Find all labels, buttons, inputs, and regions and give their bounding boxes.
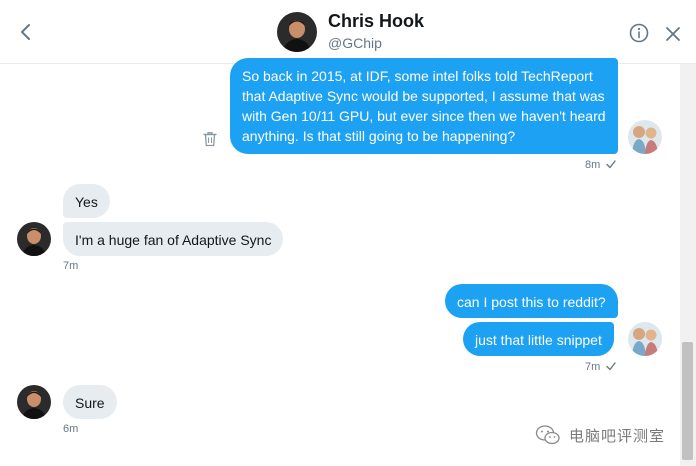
message-timestamp: 7m bbox=[585, 361, 601, 373]
outgoing-message-bubble[interactable]: just that little snippet bbox=[463, 322, 614, 356]
chevron-left-icon bbox=[21, 24, 30, 40]
close-icon bbox=[666, 27, 680, 41]
incoming-message-bubble[interactable]: Yes bbox=[63, 184, 110, 218]
my-avatar bbox=[628, 120, 662, 154]
checkmark-icon bbox=[606, 362, 616, 371]
my-avatar bbox=[628, 322, 662, 356]
wechat-logo-icon bbox=[535, 425, 560, 445]
outgoing-message-bubble[interactable]: can I post this to reddit? bbox=[445, 284, 618, 318]
contact-handle[interactable]: @GChip bbox=[328, 35, 382, 51]
message-line: that Adaptive Sync would be supported, I… bbox=[242, 88, 605, 104]
checkmark-icon bbox=[606, 160, 616, 169]
incoming-message-bubble[interactable]: Sure bbox=[63, 385, 117, 419]
close-button[interactable] bbox=[663, 24, 683, 44]
contact-message-avatar bbox=[17, 385, 51, 419]
message-line: So back in 2015, at IDF, some intel folk… bbox=[242, 68, 593, 84]
message-timestamp: 6m bbox=[63, 423, 79, 435]
info-icon bbox=[629, 23, 649, 43]
outgoing-message-bubble[interactable]: So back in 2015, at IDF, some intel folk… bbox=[230, 58, 618, 154]
contact-message-avatar bbox=[17, 222, 51, 256]
back-button[interactable] bbox=[14, 20, 38, 44]
contact-avatar[interactable] bbox=[277, 12, 317, 52]
scrollbar-thumb[interactable] bbox=[682, 342, 693, 460]
message-line: with Gen 10/11 GPU, but ever since then … bbox=[242, 108, 606, 124]
message-timestamp: 7m bbox=[63, 260, 79, 272]
conversation-header: Chris Hook @GChip bbox=[0, 0, 696, 64]
info-button[interactable] bbox=[628, 22, 650, 44]
message-line: anything. Is that still going to be happ… bbox=[242, 128, 516, 144]
incoming-message-bubble[interactable]: I'm a huge fan of Adaptive Sync bbox=[63, 222, 284, 256]
delete-message-button[interactable] bbox=[203, 131, 217, 147]
watermark-text: 电脑吧评测室 bbox=[569, 426, 666, 445]
trash-icon bbox=[203, 132, 217, 147]
contact-name[interactable]: Chris Hook bbox=[328, 11, 424, 32]
message-timestamp: 8m bbox=[585, 159, 601, 171]
watermark: 电脑吧评测室 bbox=[535, 424, 665, 446]
